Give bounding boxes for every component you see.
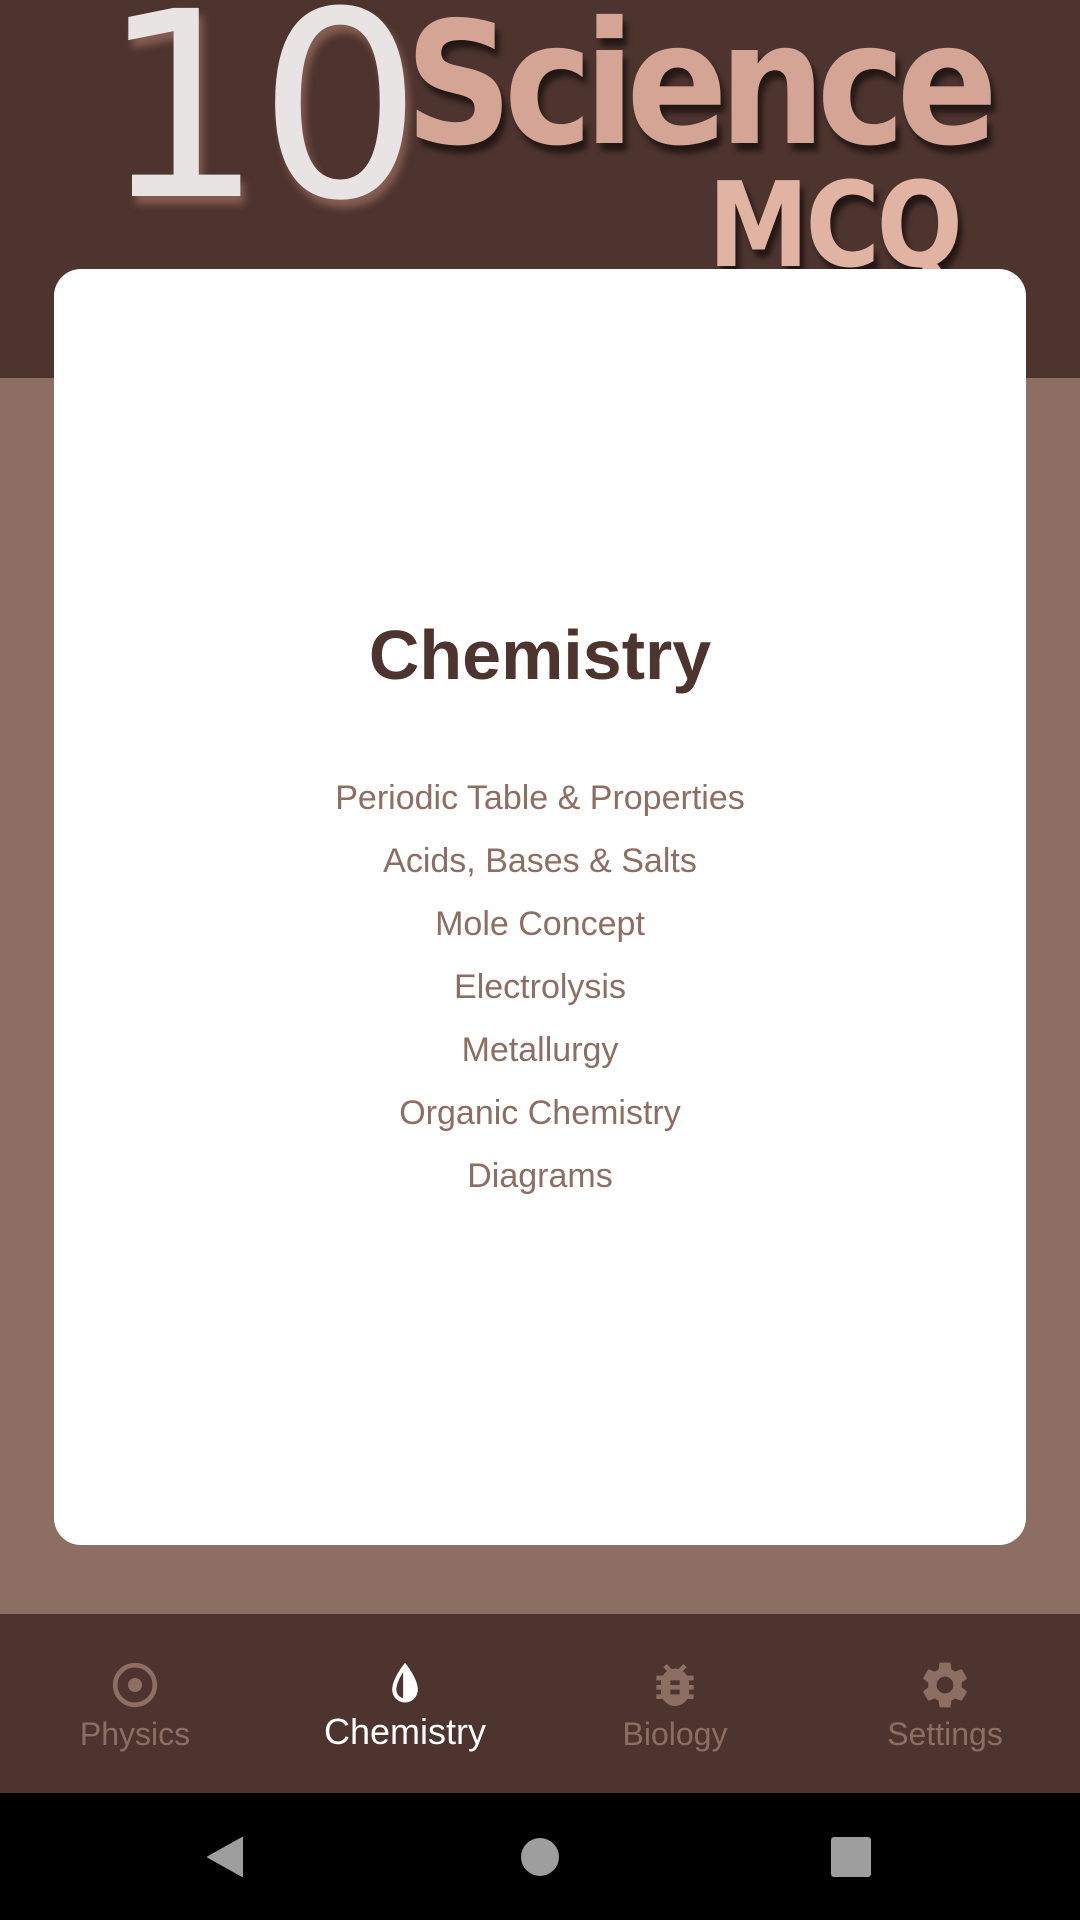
nav-tab-physics[interactable]: Physics xyxy=(0,1614,270,1793)
bug-icon xyxy=(656,1664,694,1706)
nav-label-settings: Settings xyxy=(887,1716,1003,1752)
subject-title: Chemistry xyxy=(368,616,712,694)
back-button[interactable] xyxy=(205,1835,245,1879)
subject-card: Chemistry Periodic Table & Properties Ac… xyxy=(54,269,1026,1545)
nav-label-physics: Physics xyxy=(79,1716,191,1752)
topic-item[interactable]: Organic Chemistry xyxy=(54,1093,1026,1133)
app-logo: 10 Science MCQ xyxy=(0,0,1080,290)
topic-item[interactable]: Metallurgy xyxy=(54,1030,1026,1070)
topic-item[interactable]: Electrolysis xyxy=(54,967,1026,1007)
nav-label-biology: Biology xyxy=(622,1716,728,1752)
logo-number: 10 xyxy=(100,0,422,257)
water-drop-icon xyxy=(392,1662,418,1703)
bottom-navigation: Physics Chemistry Biology Settings xyxy=(0,1614,1080,1793)
nav-tab-chemistry[interactable]: Chemistry xyxy=(270,1614,540,1793)
logo-subject: Science xyxy=(405,0,998,184)
topic-item[interactable]: Acids, Bases & Salts xyxy=(54,841,1026,881)
home-button[interactable] xyxy=(521,1838,559,1876)
topic-item[interactable]: Mole Concept xyxy=(54,904,1026,944)
radio-button-icon xyxy=(112,1662,158,1708)
topic-item[interactable]: Diagrams xyxy=(54,1156,1026,1196)
nav-tab-biology[interactable]: Biology xyxy=(540,1614,810,1793)
recents-button[interactable] xyxy=(831,1837,871,1877)
system-navigation-bar xyxy=(0,1793,1080,1920)
gear-icon xyxy=(923,1662,967,1708)
topic-item[interactable]: Periodic Table & Properties xyxy=(54,778,1026,818)
nav-tab-settings[interactable]: Settings xyxy=(810,1614,1080,1793)
nav-label-chemistry: Chemistry xyxy=(323,1711,487,1752)
